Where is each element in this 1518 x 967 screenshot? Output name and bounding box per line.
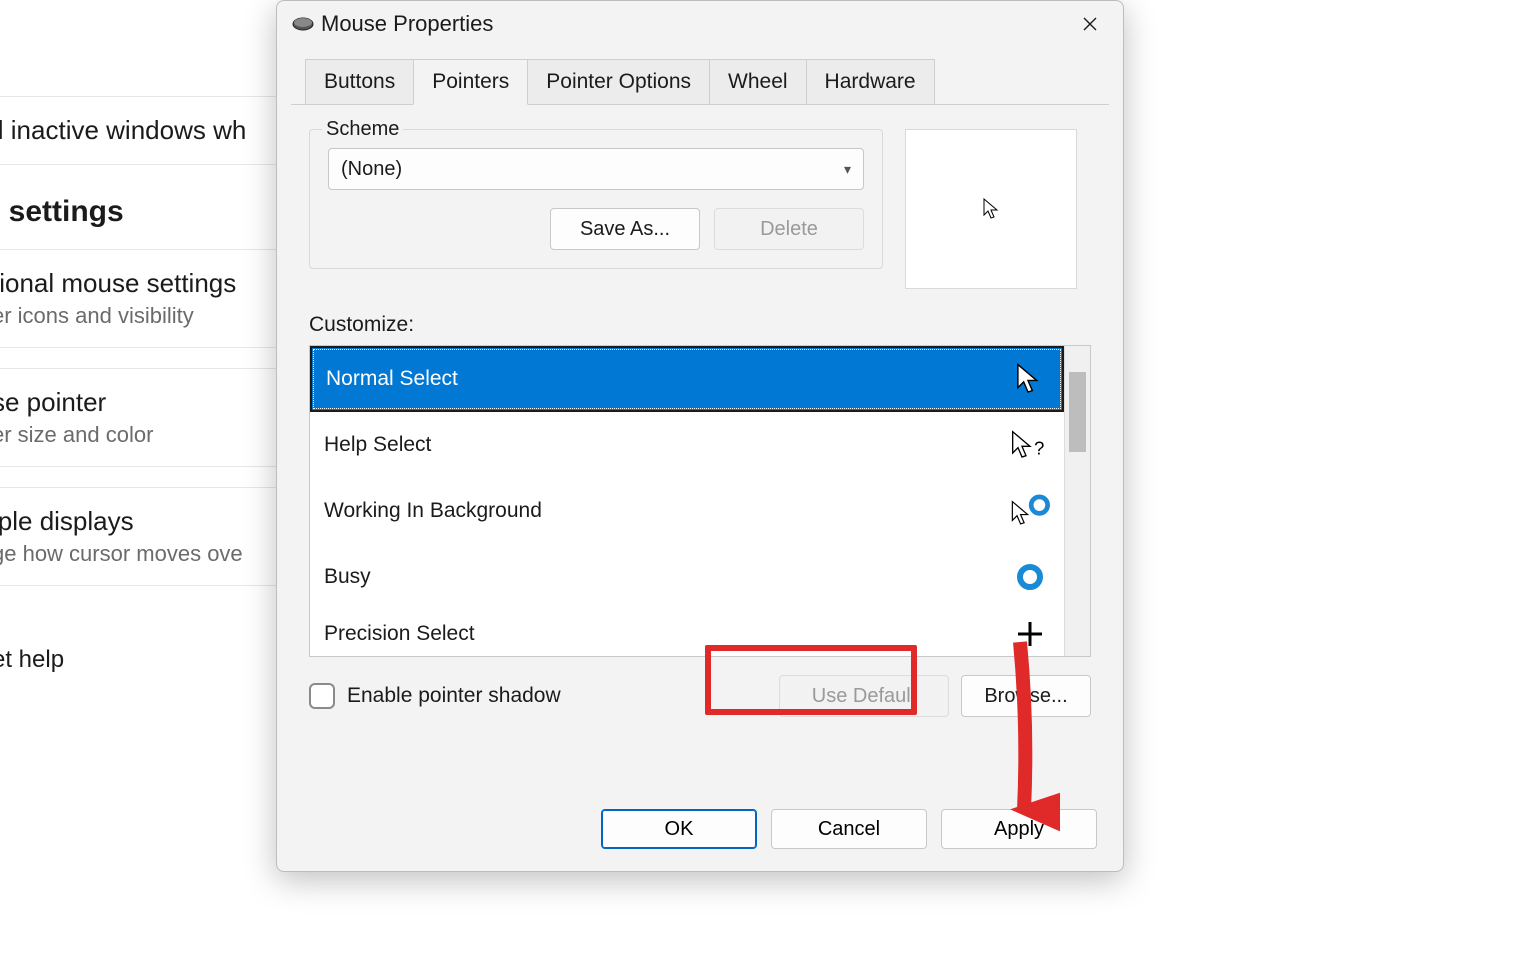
- bg-row-inactive: ll inactive windows wh: [0, 115, 282, 146]
- arrow-ring-cursor-icon: [1010, 494, 1050, 528]
- pointer-preview: [905, 129, 1077, 289]
- bg-row-sub: ge how cursor moves ove: [0, 541, 282, 567]
- customize-label: Customize:: [309, 313, 1091, 337]
- tab-wheel[interactable]: Wheel: [709, 59, 807, 104]
- cursor-item-working-background[interactable]: Working In Background: [310, 478, 1064, 544]
- scheme-dropdown[interactable]: (None) ▾: [328, 148, 864, 190]
- scheme-value: (None): [341, 158, 402, 181]
- save-as-button[interactable]: Save As...: [550, 208, 700, 250]
- close-button[interactable]: [1067, 8, 1113, 40]
- bg-related-settings-heading: l settings: [0, 195, 282, 229]
- bg-row-title: tional mouse settings: [0, 268, 282, 299]
- cursor-list: Normal Select Help Select ? Working In B…: [309, 345, 1091, 657]
- bg-get-help[interactable]: et help: [0, 646, 282, 674]
- scrollbar[interactable]: [1064, 346, 1090, 656]
- mouse-icon: [291, 16, 315, 32]
- tab-pointers[interactable]: Pointers: [413, 59, 528, 105]
- tab-strip: Buttons Pointers Pointer Options Wheel H…: [291, 59, 1109, 105]
- cursor-item-label: Normal Select: [326, 367, 458, 391]
- cursor-item-label: Busy: [324, 565, 371, 589]
- cursor-item-help-select[interactable]: Help Select ?: [310, 412, 1064, 478]
- titlebar: Mouse Properties: [277, 1, 1123, 45]
- dialog-button-row: OK Cancel Apply: [277, 809, 1123, 871]
- bg-row-title: se pointer: [0, 387, 282, 418]
- bg-row-sub: er size and color: [0, 422, 282, 448]
- cursor-item-label: Precision Select: [324, 622, 475, 646]
- chevron-down-icon: ▾: [844, 161, 851, 178]
- mouse-properties-dialog: Mouse Properties Buttons Pointers Pointe…: [276, 0, 1124, 872]
- bg-row-sub: er icons and visibility: [0, 303, 282, 329]
- cancel-button[interactable]: Cancel: [771, 809, 927, 849]
- tab-hardware[interactable]: Hardware: [806, 59, 935, 104]
- browse-button[interactable]: Browse...: [961, 675, 1091, 717]
- ring-cursor-icon: [1010, 562, 1050, 592]
- cursor-item-normal-select[interactable]: Normal Select: [310, 346, 1064, 412]
- pointers-panel: Scheme (None) ▾ Save As... Delete Custom…: [277, 105, 1123, 809]
- svg-text:?: ?: [1034, 437, 1044, 458]
- cursor-item-label: Working In Background: [324, 499, 542, 523]
- scrollbar-thumb[interactable]: [1069, 372, 1086, 452]
- use-default-button: Use Default: [779, 675, 949, 717]
- arrow-cursor-icon: [982, 198, 1000, 220]
- enable-shadow-checkbox[interactable]: [309, 683, 335, 709]
- scheme-label: Scheme: [322, 118, 403, 141]
- dialog-title: Mouse Properties: [321, 11, 493, 37]
- ok-button[interactable]: OK: [601, 809, 757, 849]
- enable-shadow-label: Enable pointer shadow: [347, 684, 767, 708]
- cursor-item-precision-select[interactable]: Precision Select: [310, 610, 1064, 656]
- cursor-item-busy[interactable]: Busy: [310, 544, 1064, 610]
- arrow-cursor-icon: [1008, 363, 1048, 395]
- apply-button[interactable]: Apply: [941, 809, 1097, 849]
- tab-pointer-options[interactable]: Pointer Options: [527, 59, 710, 104]
- cursor-item-label: Help Select: [324, 433, 431, 457]
- tab-buttons[interactable]: Buttons: [305, 59, 414, 104]
- arrow-help-cursor-icon: ?: [1010, 429, 1050, 461]
- delete-button: Delete: [714, 208, 864, 250]
- bg-row-title: iple displays: [0, 506, 282, 537]
- cross-cursor-icon: [1010, 620, 1050, 648]
- close-icon: [1083, 17, 1097, 31]
- scheme-group: Scheme (None) ▾ Save As... Delete: [309, 129, 883, 269]
